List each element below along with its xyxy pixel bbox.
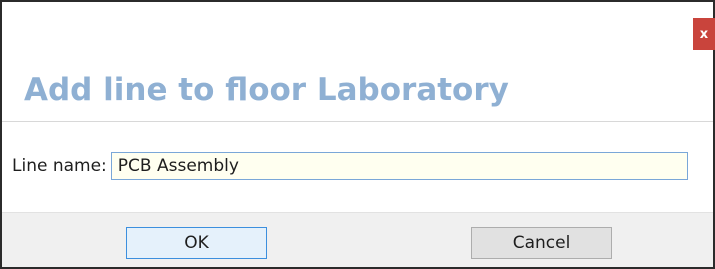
close-icon: x: [699, 26, 709, 42]
dialog-title: Add line to floor Laboratory: [24, 72, 509, 108]
title-divider: [2, 121, 713, 122]
close-button[interactable]: x: [693, 18, 715, 50]
line-name-input[interactable]: [110, 152, 688, 180]
add-line-dialog: x Add line to floor Laboratory Line name…: [0, 0, 715, 269]
cancel-button[interactable]: Cancel: [471, 227, 612, 259]
line-name-label: Line name:: [12, 156, 107, 176]
ok-button[interactable]: OK: [126, 227, 267, 259]
line-name-row: Line name:: [12, 152, 688, 180]
